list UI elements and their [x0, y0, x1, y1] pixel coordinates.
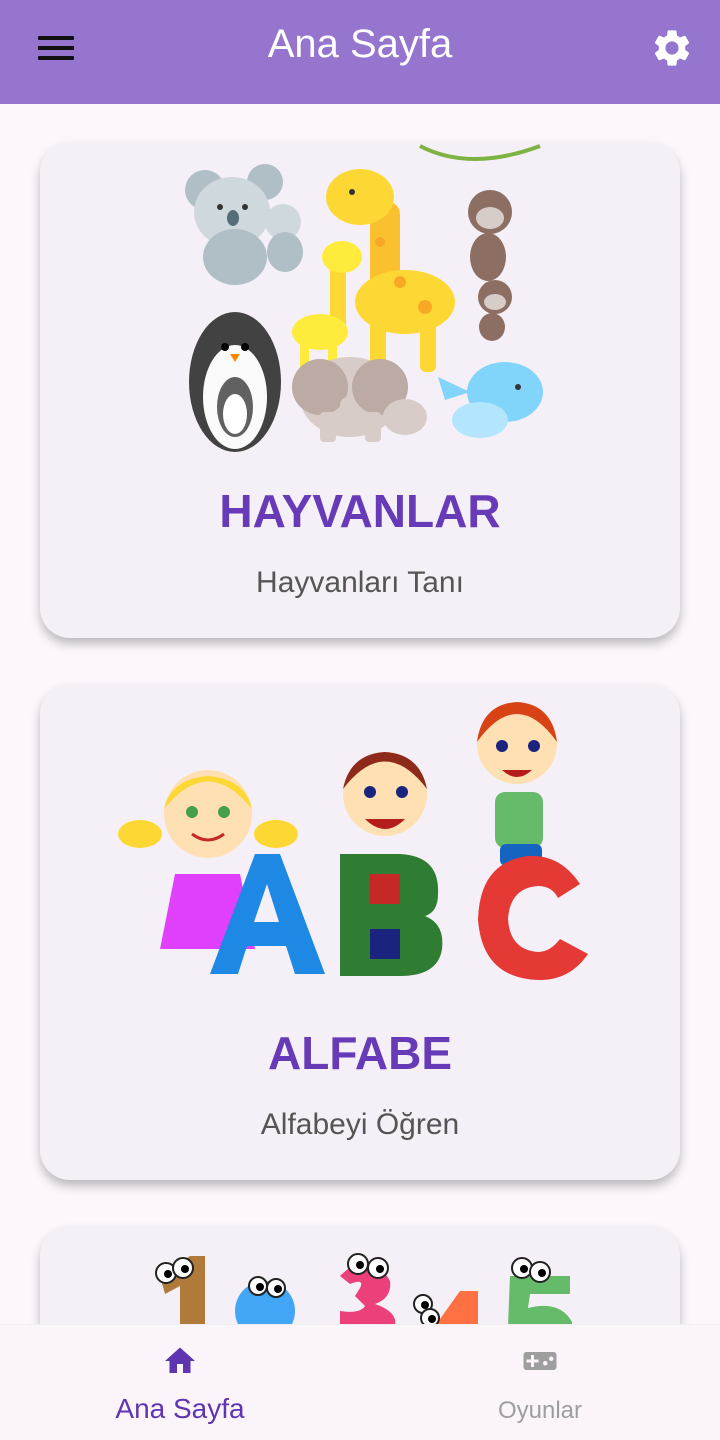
card-subtitle: Hayvanları Tanı [256, 566, 464, 599]
gear-icon[interactable] [650, 26, 694, 70]
abc-kids-illustration [118, 702, 588, 980]
tab-games[interactable]: Oyunlar [360, 1325, 720, 1440]
card-subtitle: Alfabeyi Öğren [260, 1108, 460, 1141]
tab-games-label: Oyunlar [497, 1397, 583, 1424]
card-list[interactable]: HAYVANLAR Hayvanları Tanı ALFABE Alfabey… [0, 104, 720, 1324]
gamepad-icon [523, 1352, 557, 1370]
alphabet-card[interactable]: ALFABE Alfabeyi Öğren [40, 684, 680, 1180]
bottom-navigation: Ana Sayfa Oyunlar [0, 1324, 720, 1440]
numbers-card[interactable] [40, 1226, 680, 1324]
app-bar: Ana Sayfa [0, 0, 720, 104]
tab-home[interactable]: Ana Sayfa [0, 1325, 360, 1440]
home-icon [165, 1347, 195, 1373]
numbers-illustration [155, 1253, 572, 1324]
card-title: HAYVANLAR [219, 485, 501, 537]
card-title: ALFABE [268, 1027, 452, 1079]
animals-card[interactable]: HAYVANLAR Hayvanları Tanı [40, 142, 680, 638]
animals-illustration [185, 144, 543, 452]
tab-home-label: Ana Sayfa [115, 1393, 245, 1424]
page-title: Ana Sayfa [267, 22, 453, 66]
